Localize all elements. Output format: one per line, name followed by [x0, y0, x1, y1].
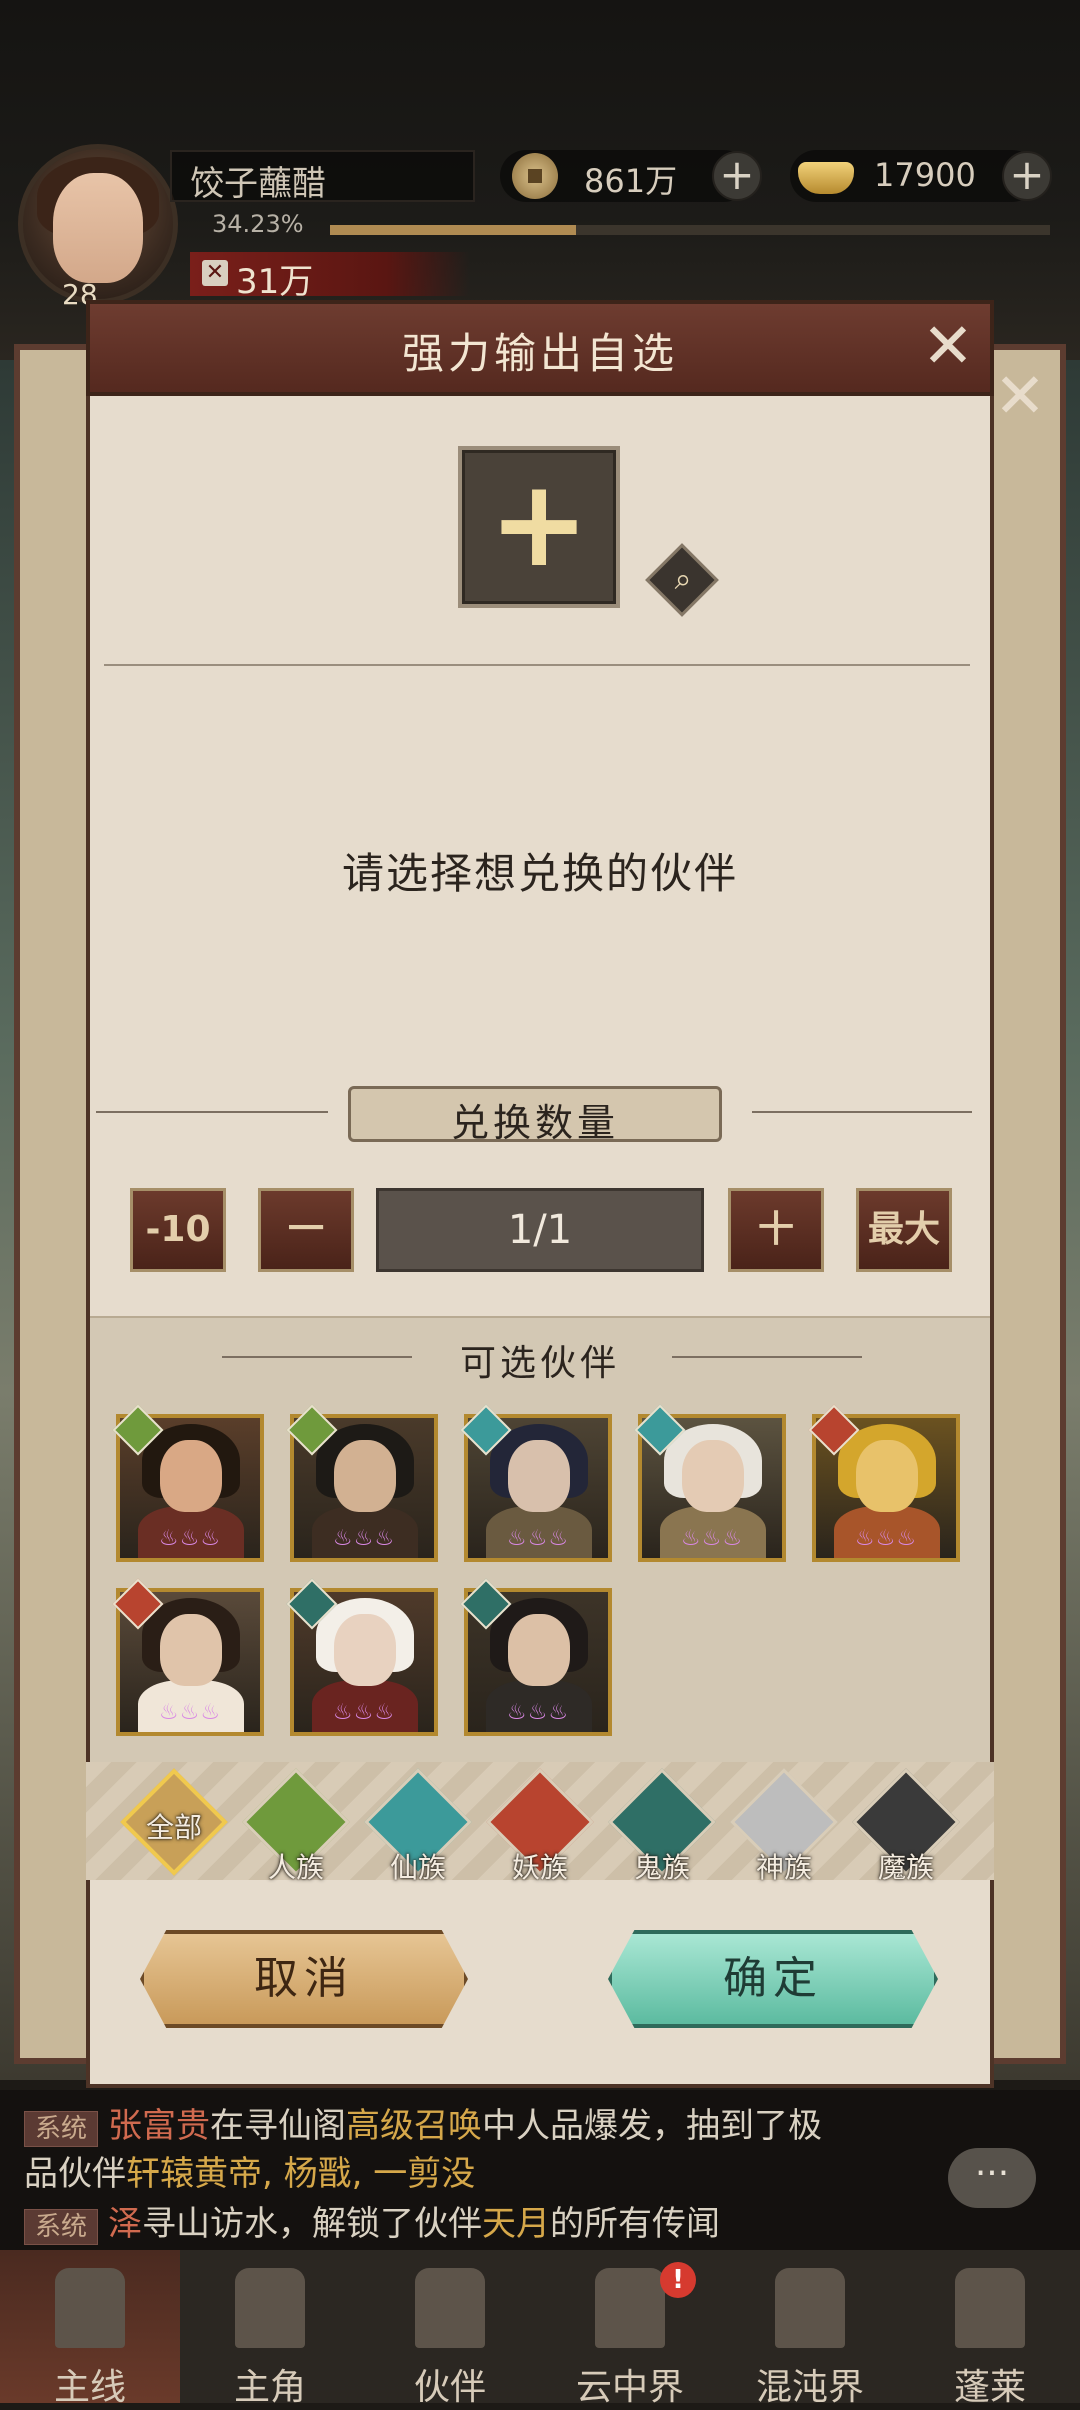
chat-message: 系统 泽寻山访水，解锁了伙伴天月的所有传闻 [24, 2196, 720, 2245]
add-gold-button[interactable]: + [1002, 151, 1052, 201]
close-icon[interactable]: ✕ [920, 315, 976, 377]
star-rating: ♨♨♨ [506, 1700, 570, 1725]
magnifier-icon: ⌕ [674, 562, 692, 597]
cancel-button[interactable]: 取消 [140, 1930, 468, 2028]
chat-bubble-icon[interactable]: ··· [948, 2148, 1036, 2208]
partner-face [682, 1440, 744, 1512]
exp-bar-fill [330, 225, 577, 235]
copper-amount: 861万 [584, 162, 678, 200]
nav-icon [235, 2268, 305, 2348]
player-name: 饺子蘸醋 [190, 164, 326, 204]
gold-amount: 17900 [874, 156, 976, 194]
system-tag: 系统 [24, 2209, 99, 2245]
chat-message: 系统 张富贵在寻仙阁高级召唤中人品爆发，抽到了极 [24, 2098, 822, 2147]
add-copper-button[interactable]: + [712, 151, 762, 201]
partner-face [508, 1614, 570, 1686]
nav-item[interactable]: 伙伴 [360, 2250, 540, 2408]
race-filter-label: 仙族 [389, 1851, 446, 1884]
star-rating: ♨♨♨ [854, 1526, 918, 1551]
partner-face [160, 1614, 222, 1686]
nav-icon [775, 2268, 845, 2348]
nav-label: 混沌界 [755, 2367, 864, 2408]
nav-item[interactable]: 主线 [0, 2250, 180, 2408]
star-rating: ♨♨♨ [332, 1700, 396, 1725]
star-rating: ♨♨♨ [332, 1526, 396, 1551]
notification-badge: ! [660, 2262, 696, 2298]
plus-one-button[interactable]: 十 [728, 1188, 824, 1272]
avatar[interactable] [18, 144, 178, 304]
nav-label: 云中界 [575, 2367, 684, 2408]
power-strip [190, 252, 470, 296]
chat-message: 品伙伴轩辕黄帝, 杨戬, 一剪没 [24, 2146, 475, 2195]
quantity-divider-left [96, 1111, 328, 1113]
nav-label: 蓬莱 [953, 2367, 1026, 2408]
race-filter-label: 神族 [755, 1851, 812, 1884]
nav-item[interactable]: 混沌界 [720, 2250, 900, 2408]
partner-face [508, 1440, 570, 1512]
swords-icon: ✕ [202, 260, 228, 286]
chat-highlight: 轩辕黄帝, 杨戬, 一剪没 [126, 2154, 476, 2194]
quantity-field[interactable]: 1/1 [376, 1188, 704, 1272]
modal-title: 强力输出自选 [401, 329, 678, 378]
divider [104, 664, 970, 666]
select-partner-prompt: 请选择想兑换的伙伴 [341, 849, 738, 898]
close-icon-background-panel[interactable]: ✕ [992, 365, 1048, 427]
chat-player-name: 张富贵 [108, 2106, 211, 2146]
chat-text: 品伙伴 [24, 2154, 126, 2194]
minus-one-button[interactable]: 一 [258, 1188, 354, 1272]
partner-face [160, 1440, 222, 1512]
confirm-button[interactable]: 确定 [608, 1930, 938, 2028]
star-rating: ♨♨♨ [506, 1526, 570, 1551]
chat-text: 寻山访水，解锁了伙伴 [142, 2204, 483, 2244]
race-filter-label: 妖族 [511, 1851, 568, 1884]
chat-text: 在寻仙阁 [210, 2106, 347, 2146]
race-filter-label: 人族 [267, 1851, 324, 1884]
chat-text: 中人品爆发，抽到了极 [482, 2106, 823, 2146]
nav-icon [955, 2268, 1025, 2348]
partner-face [856, 1440, 918, 1512]
partner-face [334, 1440, 396, 1512]
nav-label: 伙伴 [413, 2367, 486, 2408]
quantity-divider-right [752, 1111, 972, 1113]
nav-label: 主线 [53, 2367, 126, 2408]
combat-power: 31万 [236, 262, 314, 302]
nav-item[interactable]: 蓬莱 [900, 2250, 1080, 2408]
minus-ten-button[interactable]: -10 [130, 1188, 226, 1272]
chat-text: 的所有传闻 [550, 2204, 721, 2244]
add-partner-plus-icon: + [488, 455, 590, 594]
max-button[interactable]: 最大 [856, 1188, 952, 1272]
avatar-face [53, 173, 143, 283]
system-tag: 系统 [24, 2111, 99, 2147]
star-rating: ♨♨♨ [158, 1700, 222, 1725]
nav-item[interactable]: 主角 [180, 2250, 360, 2408]
star-rating: ♨♨♨ [158, 1526, 222, 1551]
race-filter-label: 鬼族 [633, 1851, 690, 1884]
chat-highlight: 高级召唤 [346, 2106, 483, 2146]
nav-icon [595, 2268, 665, 2348]
partner-face [334, 1614, 396, 1686]
partners-title: 可选伙伴 [459, 1343, 620, 1384]
star-rating: ♨♨♨ [680, 1526, 744, 1551]
chat-highlight: 天月 [482, 2204, 551, 2244]
chat-player-name: 泽 [108, 2204, 143, 2244]
nav-icon [55, 2268, 125, 2348]
race-filter-label: 全部 [145, 1811, 202, 1844]
race-filter-label: 魔族 [877, 1851, 934, 1884]
exp-percent: 34.23% [212, 210, 304, 238]
nav-icon [415, 2268, 485, 2348]
gold-ingot-icon [798, 162, 854, 194]
nav-label: 主角 [233, 2367, 306, 2408]
copper-coin-icon [512, 153, 558, 199]
quantity-title: 兑换数量 [450, 1101, 619, 1145]
nav-item[interactable]: 云中界! [540, 2250, 720, 2408]
